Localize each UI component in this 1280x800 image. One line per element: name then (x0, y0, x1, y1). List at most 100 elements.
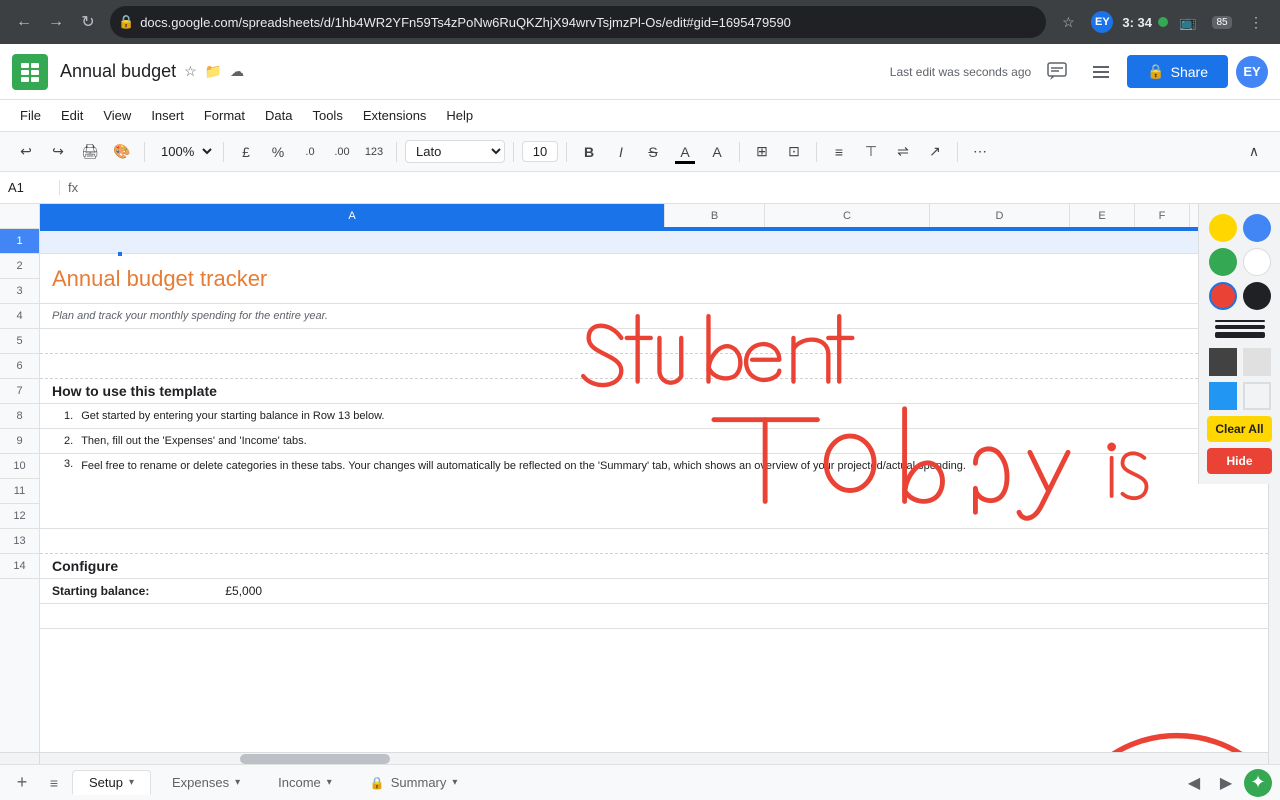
tab-setup[interactable]: Setup ▾ (72, 770, 151, 795)
comment-button[interactable] (1039, 54, 1075, 90)
color-black[interactable] (1243, 282, 1271, 310)
font-select[interactable]: LatoArialTimes New Roman (405, 140, 505, 163)
menu-tools[interactable]: Tools (304, 104, 350, 127)
h-scrollbar[interactable] (0, 752, 1268, 764)
row-num-8[interactable]: 8 (0, 404, 39, 429)
print-button[interactable]: 🖨 (76, 138, 104, 166)
table-row[interactable] (40, 329, 1268, 354)
menu-view[interactable]: View (95, 104, 139, 127)
bookmark-button[interactable]: ☆ (1054, 8, 1082, 36)
row-num-4[interactable]: 4 (0, 304, 39, 329)
menu-extensions[interactable]: Extensions (355, 104, 435, 127)
currency-button[interactable]: £ (232, 138, 260, 166)
undo-button[interactable]: ↩ (12, 138, 40, 166)
align-button[interactable]: ≡ (825, 138, 853, 166)
color-yellow[interactable] (1209, 214, 1237, 242)
profile-button[interactable]: EY (1088, 8, 1116, 36)
explore-button[interactable]: ✦ (1244, 769, 1272, 797)
percent-button[interactable]: % (264, 138, 292, 166)
collapse-button[interactable]: ∧ (1240, 138, 1268, 166)
more-button[interactable]: ⋯ (966, 138, 994, 166)
table-row[interactable] (40, 354, 1268, 379)
clear-all-button[interactable]: Clear All (1207, 416, 1272, 442)
row-num-14[interactable]: 14 (0, 554, 39, 579)
menu-format[interactable]: Format (196, 104, 253, 127)
tab-income-dropdown[interactable]: ▾ (327, 777, 332, 788)
merge-button[interactable]: ⊡ (780, 138, 808, 166)
color-red[interactable] (1209, 282, 1237, 310)
bold-button[interactable]: B (575, 138, 603, 166)
folder-icon[interactable]: 📁 (205, 63, 222, 80)
cell-ref-box[interactable]: A1 (0, 180, 60, 195)
col-header-c[interactable]: C (765, 204, 930, 227)
paint-format-button[interactable]: 🎨 (108, 138, 136, 166)
wrap-button[interactable]: ⇌ (889, 138, 917, 166)
row-num-6[interactable]: 6 (0, 354, 39, 379)
color-white[interactable] (1243, 248, 1271, 276)
rotate-button[interactable]: ↗ (921, 138, 949, 166)
color-blue[interactable] (1243, 214, 1271, 242)
row-num-1[interactable]: 1 (0, 229, 39, 254)
table-row[interactable]: Configure (40, 554, 1268, 579)
decimal0-button[interactable]: .0 (296, 138, 324, 166)
menu-help[interactable]: Help (438, 104, 481, 127)
fill-color-button[interactable]: A (703, 138, 731, 166)
row-num-5[interactable]: 5 (0, 329, 39, 354)
zoom-select[interactable]: 100%75%50%125% (153, 141, 215, 162)
row-num-2[interactable]: 2 (0, 254, 39, 279)
h-scrollbar-thumb[interactable] (240, 754, 390, 764)
color-light-gray[interactable] (1243, 348, 1271, 376)
menu-data[interactable]: Data (257, 104, 300, 127)
cloud-icon[interactable]: ☁ (230, 63, 244, 80)
row-num-3[interactable]: 3 (0, 279, 39, 304)
sheet-content[interactable]: Annual budget tracker Plan and track you… (40, 229, 1268, 752)
share-button[interactable]: 🔒 Share (1127, 55, 1228, 88)
formula-input[interactable] (86, 180, 1280, 195)
table-row[interactable]: 3. Feel free to rename or delete categor… (40, 454, 1268, 529)
back-button[interactable]: ← (10, 8, 38, 36)
table-row[interactable] (40, 229, 1268, 254)
table-row[interactable]: 1. Get started by entering your starting… (40, 404, 1268, 429)
menu-insert[interactable]: Insert (143, 104, 192, 127)
redo-button[interactable]: ↪ (44, 138, 72, 166)
row-num-13[interactable]: 13 (0, 529, 39, 554)
tab-income[interactable]: Income ▾ (261, 770, 349, 795)
row-num-7[interactable]: 7 (0, 379, 39, 404)
nav-right-button[interactable]: ▶ (1212, 769, 1240, 797)
valign-button[interactable]: ⊤ (857, 138, 885, 166)
add-sheet-button[interactable]: + (8, 769, 36, 797)
tab-expenses-dropdown[interactable]: ▾ (235, 777, 240, 788)
col-header-e[interactable]: E (1070, 204, 1135, 227)
menu-file[interactable]: File (12, 104, 49, 127)
row-num-11[interactable]: 11 (0, 479, 39, 504)
format-button[interactable]: 123 (360, 138, 388, 166)
hide-button[interactable]: Hide (1207, 448, 1272, 474)
italic-button[interactable]: I (607, 138, 635, 166)
tab-summary-dropdown[interactable]: ▾ (452, 777, 457, 788)
table-row[interactable]: Starting balance: £5,000 (40, 579, 1268, 604)
brush-size-medium[interactable] (1215, 325, 1265, 329)
table-row[interactable]: Annual budget tracker (40, 254, 1268, 304)
table-row[interactable]: 2. Then, fill out the 'Expenses' and 'In… (40, 429, 1268, 454)
sheets-menu-button[interactable]: ≡ (40, 769, 68, 797)
table-row[interactable] (40, 529, 1268, 554)
reload-button[interactable]: ↻ (74, 8, 102, 36)
col-header-f[interactable]: F (1135, 204, 1190, 227)
strikethrough-button[interactable]: S (639, 138, 667, 166)
tab-setup-dropdown[interactable]: ▾ (129, 777, 134, 788)
nav-left-button[interactable]: ◀ (1180, 769, 1208, 797)
decimal00-button[interactable]: .00 (328, 138, 356, 166)
font-size-input[interactable] (522, 141, 558, 162)
menu-button[interactable]: ⋮ (1242, 8, 1270, 36)
col-header-b[interactable]: B (665, 204, 765, 227)
color-dark-gray[interactable] (1209, 348, 1237, 376)
extensions-button[interactable]: 85 (1208, 8, 1236, 36)
brush-size-thin[interactable] (1215, 320, 1265, 322)
menu-edit[interactable]: Edit (53, 104, 91, 127)
row-num-9[interactable]: 9 (0, 429, 39, 454)
move-button[interactable] (1083, 54, 1119, 90)
color-blue-shade[interactable] (1209, 382, 1237, 410)
col-header-a[interactable]: A (40, 204, 665, 227)
row-num-12[interactable]: 12 (0, 504, 39, 529)
brush-size-thick[interactable] (1215, 332, 1265, 338)
